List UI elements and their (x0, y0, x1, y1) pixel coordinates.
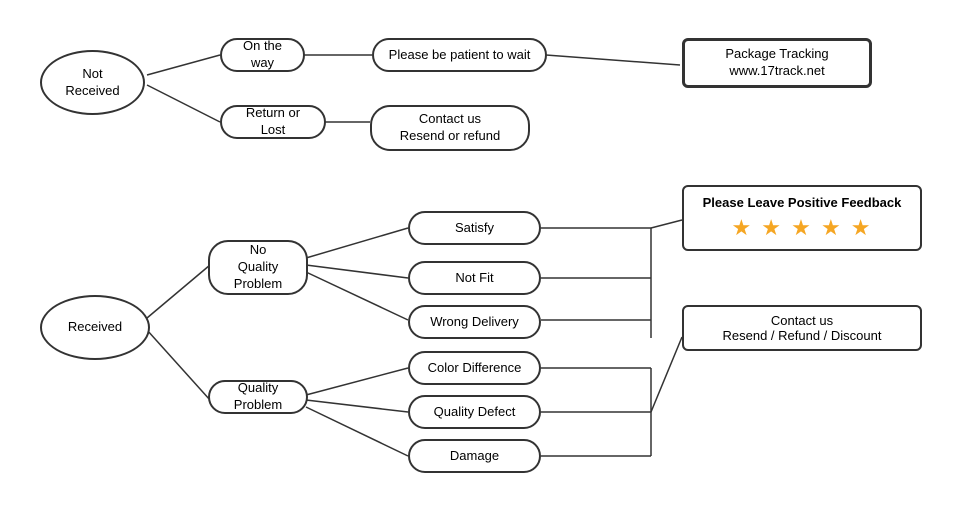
damage-node: Damage (408, 439, 541, 473)
received-label: Received (68, 319, 122, 336)
wrong-delivery-label: Wrong Delivery (430, 314, 519, 331)
contact-resend-refund-discount-box: Contact usResend / Refund / Discount (682, 305, 922, 351)
no-quality-problem-node: NoQuality Problem (208, 240, 308, 295)
diagram: NotReceived On the way Return or Lost Pl… (0, 0, 960, 513)
not-fit-node: Not Fit (408, 261, 541, 295)
satisfy-label: Satisfy (455, 220, 494, 237)
return-or-lost-label: Return or Lost (232, 105, 314, 139)
contact-resend-refund-node: Contact usResend or refund (370, 105, 530, 151)
received-node: Received (40, 295, 150, 360)
color-difference-node: Color Difference (408, 351, 541, 385)
feedback-label: Please Leave Positive Feedback (696, 195, 908, 210)
on-the-way-label: On the way (232, 38, 293, 72)
contact-resend-refund-label: Contact usResend or refund (400, 111, 500, 145)
not-received-label: NotReceived (65, 66, 119, 100)
quality-problem-label: Quality Problem (220, 380, 296, 414)
satisfy-node: Satisfy (408, 211, 541, 245)
not-fit-label: Not Fit (455, 270, 493, 287)
color-difference-label: Color Difference (428, 360, 522, 377)
quality-defect-node: Quality Defect (408, 395, 541, 429)
no-quality-problem-label: NoQuality Problem (220, 242, 296, 293)
damage-label: Damage (450, 448, 499, 465)
contact-resend-refund-discount-label: Contact usResend / Refund / Discount (723, 313, 882, 343)
stars-display: ★ ★ ★ ★ ★ (696, 215, 908, 241)
on-the-way-node: On the way (220, 38, 305, 72)
patient-wait-label: Please be patient to wait (389, 47, 531, 64)
package-tracking-node: Package Trackingwww.17track.net (682, 38, 872, 88)
quality-problem-node: Quality Problem (208, 380, 308, 414)
feedback-box: Please Leave Positive Feedback ★ ★ ★ ★ ★ (682, 185, 922, 251)
return-or-lost-node: Return or Lost (220, 105, 326, 139)
package-tracking-label: Package Trackingwww.17track.net (725, 46, 828, 80)
patient-wait-node: Please be patient to wait (372, 38, 547, 72)
not-received-node: NotReceived (40, 50, 145, 115)
wrong-delivery-node: Wrong Delivery (408, 305, 541, 339)
quality-defect-label: Quality Defect (434, 404, 516, 421)
